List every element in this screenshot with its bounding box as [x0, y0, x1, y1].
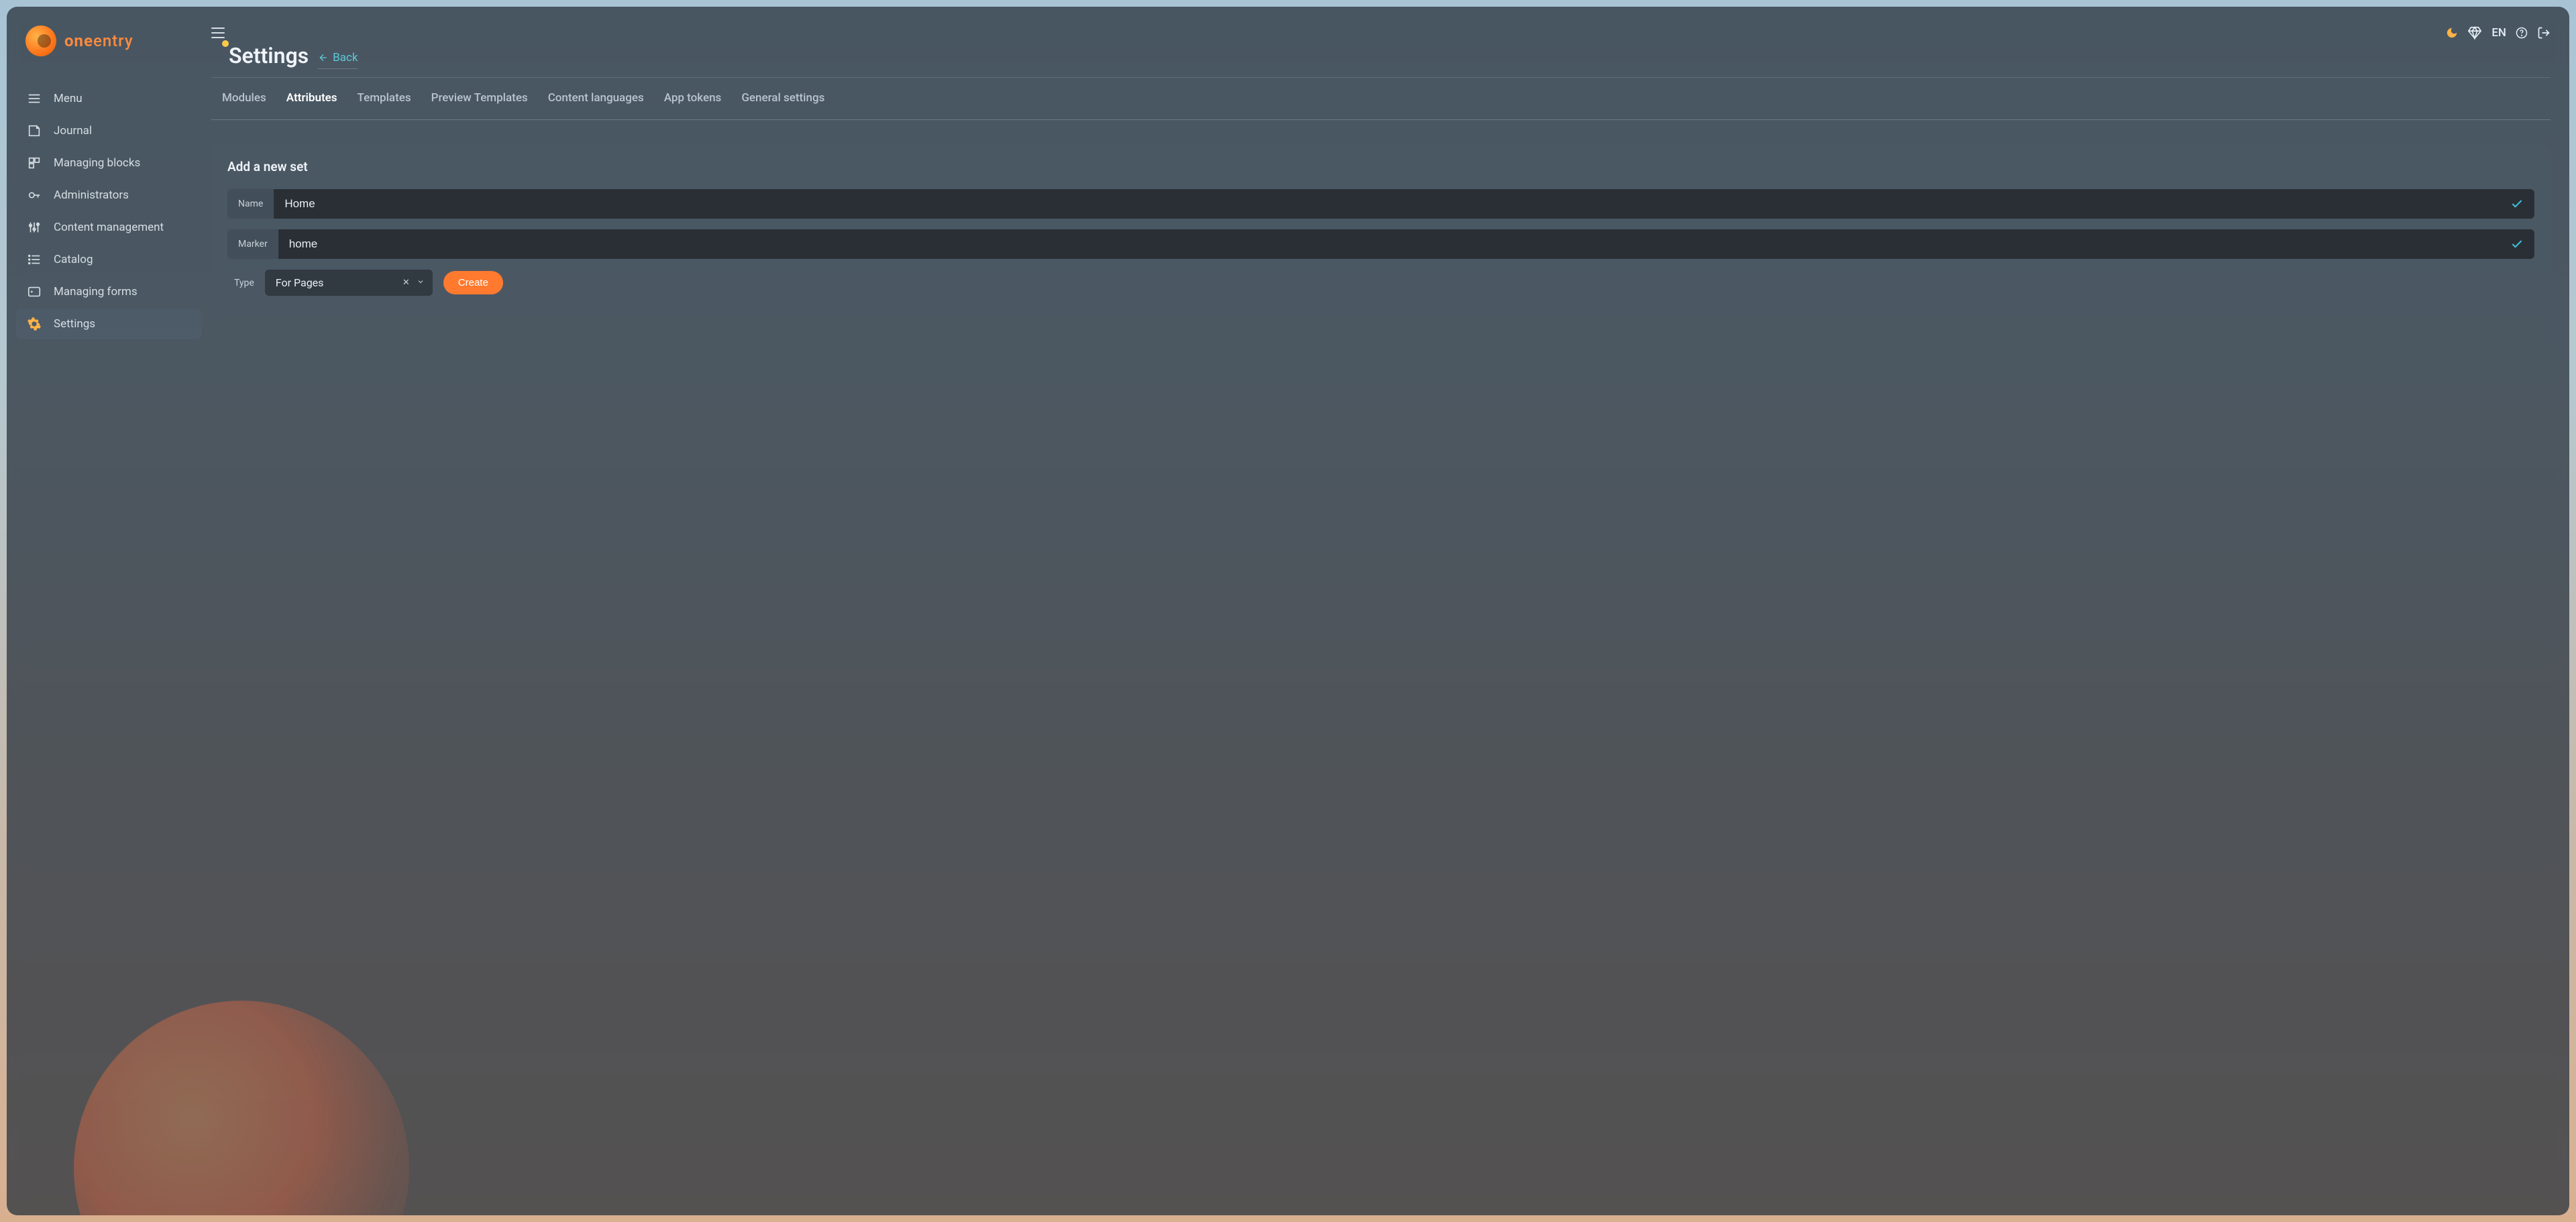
- check-icon: [2510, 237, 2524, 251]
- back-link[interactable]: Back: [318, 51, 358, 69]
- sidebar-item-label: Settings: [54, 317, 95, 331]
- chevron-down-icon[interactable]: [417, 278, 425, 288]
- tab-preview-templates[interactable]: Preview Templates: [431, 78, 528, 119]
- tabs: Modules Attributes Templates Preview Tem…: [211, 77, 2551, 120]
- create-button[interactable]: Create: [443, 271, 503, 294]
- menu-icon: [27, 91, 42, 106]
- add-set-card: Add a new set Name Marker: [211, 144, 2551, 315]
- sidebar-item-managing-forms[interactable]: Managing forms: [16, 276, 202, 307]
- tab-app-tokens[interactable]: App tokens: [664, 78, 722, 119]
- form-icon: [27, 284, 42, 299]
- top-icons: EN: [2446, 25, 2551, 40]
- app-window: oneentry Menu Journal Managing blocks: [7, 7, 2569, 1215]
- name-input-wrap: [274, 189, 2534, 219]
- tab-content-languages[interactable]: Content languages: [548, 78, 644, 119]
- sidebar-item-managing-blocks[interactable]: Managing blocks: [16, 148, 202, 178]
- type-row: Type For Pages ✕ Create: [227, 270, 2534, 296]
- sidebar-item-label: Content management: [54, 221, 164, 234]
- check-icon: [2510, 197, 2524, 211]
- content: Add a new set Name Marker: [211, 120, 2551, 315]
- type-select-value: For Pages: [276, 276, 396, 289]
- main: EN Settings Back Modules Attributes Temp…: [211, 7, 2569, 1215]
- tab-attributes[interactable]: Attributes: [286, 78, 337, 119]
- type-select[interactable]: For Pages ✕: [265, 270, 433, 296]
- language-selector[interactable]: EN: [2491, 26, 2506, 40]
- tab-general-settings[interactable]: General settings: [741, 78, 824, 119]
- status-dot-icon: [222, 40, 229, 47]
- sidebar-item-label: Managing forms: [54, 285, 138, 298]
- marker-row: Marker: [227, 229, 2534, 259]
- sidebar-item-label: Managing blocks: [54, 156, 140, 170]
- marker-input[interactable]: [289, 229, 2510, 259]
- sidebar: oneentry Menu Journal Managing blocks: [7, 7, 211, 1215]
- sidebar-item-label: Journal: [54, 124, 92, 137]
- sliders-icon: [27, 220, 42, 235]
- page-heading: Settings Back: [211, 43, 2551, 69]
- sidebar-item-catalog[interactable]: Catalog: [16, 244, 202, 275]
- sidebar-item-journal[interactable]: Journal: [16, 115, 202, 146]
- theme-toggle-icon[interactable]: [2446, 27, 2458, 39]
- sidebar-nav: Menu Journal Managing blocks Administrat…: [7, 83, 211, 339]
- marker-input-wrap: [278, 229, 2534, 259]
- name-row: Name: [227, 189, 2534, 219]
- diamond-icon[interactable]: [2467, 25, 2482, 40]
- type-label: Type: [227, 278, 254, 288]
- sidebar-item-label: Menu: [54, 92, 83, 105]
- sidebar-item-content-management[interactable]: Content management: [16, 212, 202, 243]
- help-icon[interactable]: [2516, 27, 2528, 39]
- sidebar-item-administrators[interactable]: Administrators: [16, 180, 202, 211]
- tab-modules[interactable]: Modules: [222, 78, 266, 119]
- gear-icon: [27, 317, 42, 331]
- hamburger-toggle[interactable]: [211, 27, 225, 38]
- logo-mark-icon: [25, 25, 56, 56]
- logo-text: oneentry: [64, 32, 133, 50]
- sidebar-item-menu[interactable]: Menu: [16, 83, 202, 114]
- logout-icon[interactable]: [2537, 26, 2551, 40]
- marker-label: Marker: [227, 229, 278, 259]
- logo[interactable]: oneentry: [7, 25, 211, 83]
- name-label: Name: [227, 189, 274, 219]
- tab-templates[interactable]: Templates: [358, 78, 411, 119]
- name-input[interactable]: [284, 189, 2510, 219]
- sidebar-item-label: Catalog: [54, 253, 93, 266]
- journal-icon: [27, 123, 42, 138]
- card-title: Add a new set: [227, 159, 2534, 174]
- clear-icon[interactable]: ✕: [402, 278, 410, 288]
- page-title: Settings: [222, 43, 309, 68]
- back-link-label: Back: [333, 51, 358, 64]
- key-icon: [27, 188, 42, 203]
- blocks-icon: [27, 156, 42, 170]
- sidebar-item-settings[interactable]: Settings: [16, 309, 202, 339]
- top-bar: EN: [211, 25, 2551, 44]
- sidebar-item-label: Administrators: [54, 188, 129, 202]
- list-icon: [27, 252, 42, 267]
